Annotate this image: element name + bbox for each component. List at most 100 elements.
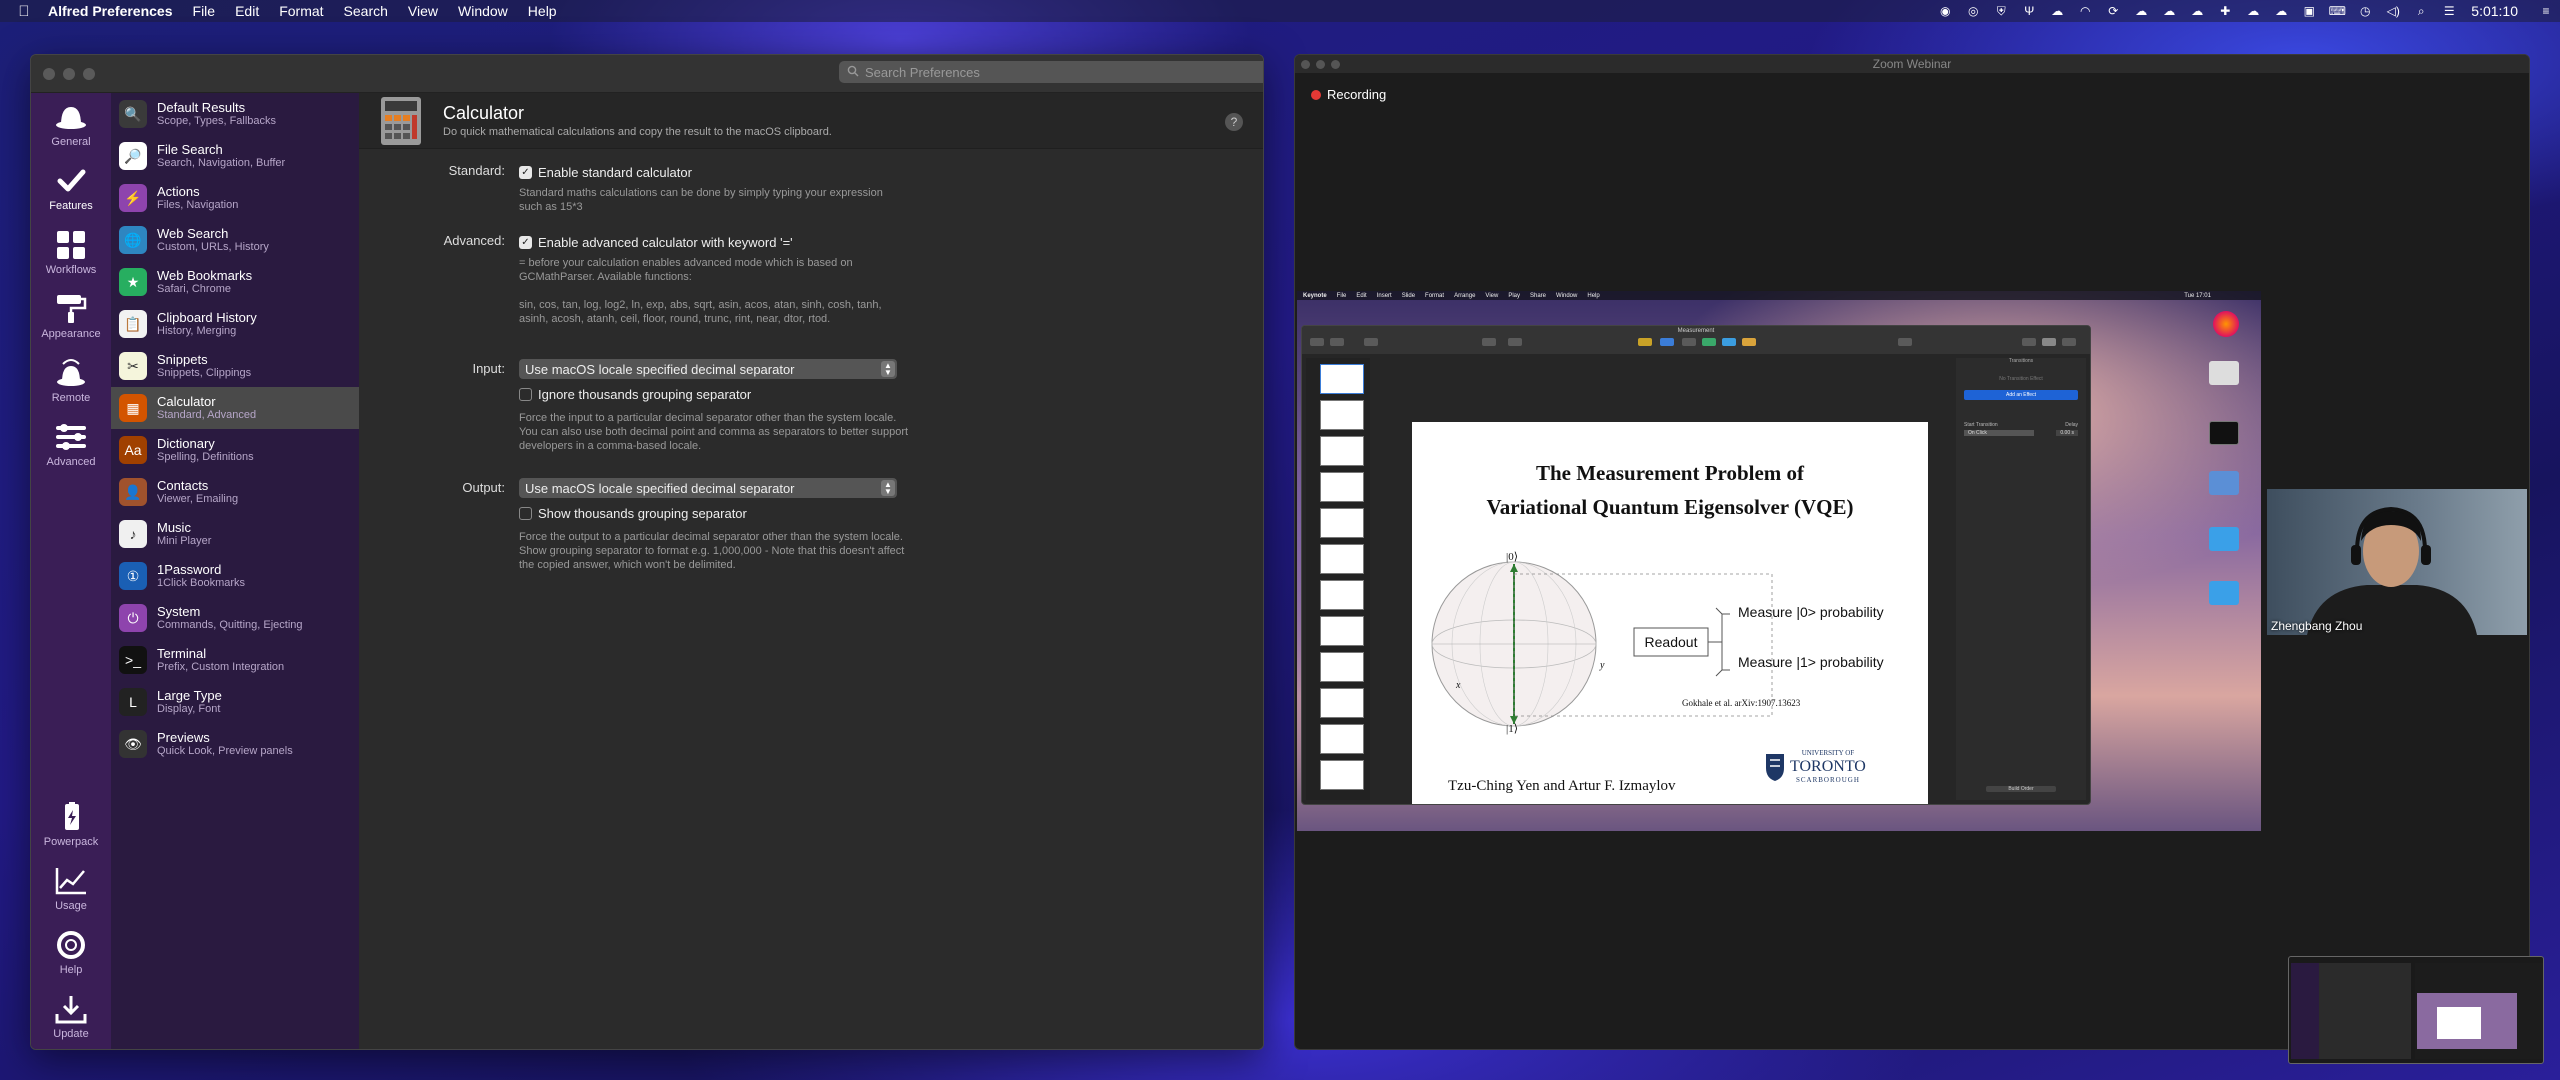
feature-item-actions[interactable]: ⚡ Actions Files, Navigation <box>111 177 359 219</box>
app-menu[interactable]: Alfred Preferences <box>48 3 173 19</box>
menu-search[interactable]: Search <box>344 3 388 19</box>
keyboard-icon[interactable]: ⌨ <box>2328 4 2346 18</box>
rail-usage[interactable]: Usage <box>31 857 111 921</box>
feature-item-web-bookmarks[interactable]: ★ Web Bookmarks Safari, Chrome <box>111 261 359 303</box>
rail-features[interactable]: Features <box>31 157 111 221</box>
feature-item-web-search[interactable]: 🌐 Web Search Custom, URLs, History <box>111 219 359 261</box>
participant-name: Zhengbang Zhou <box>2271 619 2363 633</box>
feature-item-music[interactable]: ♪ Music Mini Player <box>111 513 359 555</box>
fork-icon[interactable]: Ψ <box>2020 4 2038 18</box>
rail-label: Advanced <box>46 456 96 468</box>
search-input[interactable] <box>865 64 1263 80</box>
feature-subtitle: 1Click Bookmarks <box>157 577 246 589</box>
menu-help[interactable]: Help <box>528 3 557 19</box>
feature-item-previews[interactable]: 👁 Previews Quick Look, Preview panels <box>111 723 359 765</box>
volume-icon[interactable]: ◁) <box>2384 4 2402 18</box>
medical-cross-icon[interactable]: ✚ <box>2216 4 2234 18</box>
rail-update[interactable]: Update <box>31 985 111 1049</box>
slide-thumbnail <box>1320 652 1364 682</box>
menu-file[interactable]: File <box>193 3 216 19</box>
feature-item-system[interactable]: ⏻ System Commands, Quitting, Ejecting <box>111 597 359 639</box>
close-button[interactable] <box>43 67 55 80</box>
feature-subtitle: Spelling, Definitions <box>157 451 254 463</box>
feature-item-contacts[interactable]: 👤 Contacts Viewer, Emailing <box>111 471 359 513</box>
status-area: ◉ ◎ ⛨ Ψ ☁ ◠ ⟳ ☁ ☁ ☁ ✚ ☁ ☁ ▣ ⌨ ◷ ◁) ⌕ ☰ 5… <box>1931 0 2560 22</box>
menu-edit[interactable]: Edit <box>235 3 259 19</box>
search-preferences[interactable] <box>839 61 1263 83</box>
screen-preview-thumbnail[interactable] <box>2288 956 2544 1064</box>
shield-icon[interactable]: ⛨ <box>1992 4 2010 18</box>
participant-video[interactable]: Zhengbang Zhou <box>2267 489 2527 635</box>
zoom-titlebar: Zoom Webinar <box>1295 55 2529 73</box>
control-center-icon[interactable]: ☰ <box>2440 4 2458 18</box>
standard-desc-line: such as 15*3 <box>519 201 583 213</box>
feature-item-calculator[interactable]: ▦ Calculator Standard, Advanced <box>111 387 359 429</box>
recording-indicator[interactable]: Recording <box>1311 87 1386 102</box>
lifebuoy-icon <box>54 930 88 960</box>
feature-item-snippets[interactable]: ✂ Snippets Snippets, Clippings <box>111 345 359 387</box>
calculator-icon <box>379 95 423 147</box>
keynote-play-button <box>1482 338 1496 346</box>
ignore-grouping-checkbox[interactable]: Ignore thousands grouping separator <box>519 387 751 402</box>
rail-remote[interactable]: Remote <box>31 349 111 413</box>
input-separator-select[interactable]: Use macOS locale specified decimal separ… <box>519 359 897 379</box>
clipboard-history-icon: 📋 <box>119 310 147 338</box>
select-value: Use macOS locale specified decimal separ… <box>525 361 795 377</box>
cloud-icon[interactable]: ☁ <box>2272 4 2290 18</box>
screen-share-icon[interactable]: ▣ <box>2300 4 2318 18</box>
cloud-icon[interactable]: ☁ <box>2244 4 2262 18</box>
notification-center-icon[interactable]: ≡ <box>2537 4 2555 18</box>
ket-zero-label: |0⟩ <box>1506 551 1518 563</box>
delay-label: Delay <box>2065 422 2078 428</box>
feature-item-terminal[interactable]: >_ Terminal Prefix, Custom Integration <box>111 639 359 681</box>
1password-icon[interactable]: ◎ <box>1964 4 1982 18</box>
feature-item-file-search[interactable]: 🔎 File Search Search, Navigation, Buffer <box>111 135 359 177</box>
keynote-table-button <box>1638 338 1652 346</box>
axis-y-label: y <box>1600 660 1605 671</box>
feature-item-clipboard-history[interactable]: 📋 Clipboard History History, Merging <box>111 303 359 345</box>
search-icon <box>847 65 859 80</box>
feature-item-default-results[interactable]: 🔍 Default Results Scope, Types, Fallbacks <box>111 93 359 135</box>
menu-format[interactable]: Format <box>279 3 323 19</box>
slide-thumbnail <box>1320 580 1364 610</box>
slide-thumbnail <box>1320 436 1364 466</box>
calculator-icon: ▦ <box>119 394 147 422</box>
minimize-button[interactable] <box>63 67 75 80</box>
output-separator-select[interactable]: Use macOS locale specified decimal separ… <box>519 478 897 498</box>
menu-clock[interactable]: 5:01:10 <box>2471 3 2518 19</box>
rail-workflows[interactable]: Workflows <box>31 221 111 285</box>
advanced-calculator-checkbox[interactable]: ✓ Enable advanced calculator with keyword… <box>519 235 793 250</box>
menu-view[interactable]: View <box>408 3 438 19</box>
show-grouping-checkbox[interactable]: Show thousands grouping separator <box>519 506 747 521</box>
shared-menu-item: Help <box>1587 292 1600 299</box>
rail-advanced[interactable]: Advanced <box>31 413 111 477</box>
feature-item-1password[interactable]: ① 1Password 1Click Bookmarks <box>111 555 359 597</box>
output-label: Output: <box>462 480 505 495</box>
shared-menu-item: Play <box>1508 292 1520 299</box>
web-bookmarks-icon: ★ <box>119 268 147 296</box>
feature-item-dictionary[interactable]: Aa Dictionary Spelling, Definitions <box>111 429 359 471</box>
rail-powerpack[interactable]: Powerpack <box>31 793 111 857</box>
spotlight-icon[interactable]: ⌕ <box>2412 4 2430 18</box>
alfred-icon[interactable]: ◉ <box>1936 4 1954 18</box>
cloud-upload-icon[interactable]: ☁ <box>2132 4 2150 18</box>
cloud-download-icon[interactable]: ☁ <box>2160 4 2178 18</box>
rail-general[interactable]: General <box>31 93 111 157</box>
help-button[interactable]: ? <box>1225 113 1243 131</box>
standard-calculator-checkbox[interactable]: ✓ Enable standard calculator <box>519 165 692 180</box>
time-machine-icon[interactable]: ◷ <box>2356 4 2374 18</box>
menu-window[interactable]: Window <box>458 3 508 19</box>
cloud-upload-icon[interactable]: ☁ <box>2188 4 2206 18</box>
headset-icon[interactable]: ◠ <box>2076 4 2094 18</box>
input-label: Input: <box>472 361 505 376</box>
rail-appearance[interactable]: Appearance <box>31 285 111 349</box>
cloud-sync-icon[interactable]: ⟳ <box>2104 4 2122 18</box>
advanced-desc-line: = before your calculation enables advanc… <box>519 257 853 269</box>
apple-menu-icon[interactable]:  <box>0 3 48 20</box>
delay-value: 0.00 s <box>2056 430 2078 436</box>
input-desc-line: developers in a comma-based locale. <box>519 440 702 452</box>
cloud-icon[interactable]: ☁ <box>2048 4 2066 18</box>
feature-item-large-type[interactable]: L Large Type Display, Font <box>111 681 359 723</box>
zoom-button[interactable] <box>83 67 95 80</box>
rail-help[interactable]: Help <box>31 921 111 985</box>
